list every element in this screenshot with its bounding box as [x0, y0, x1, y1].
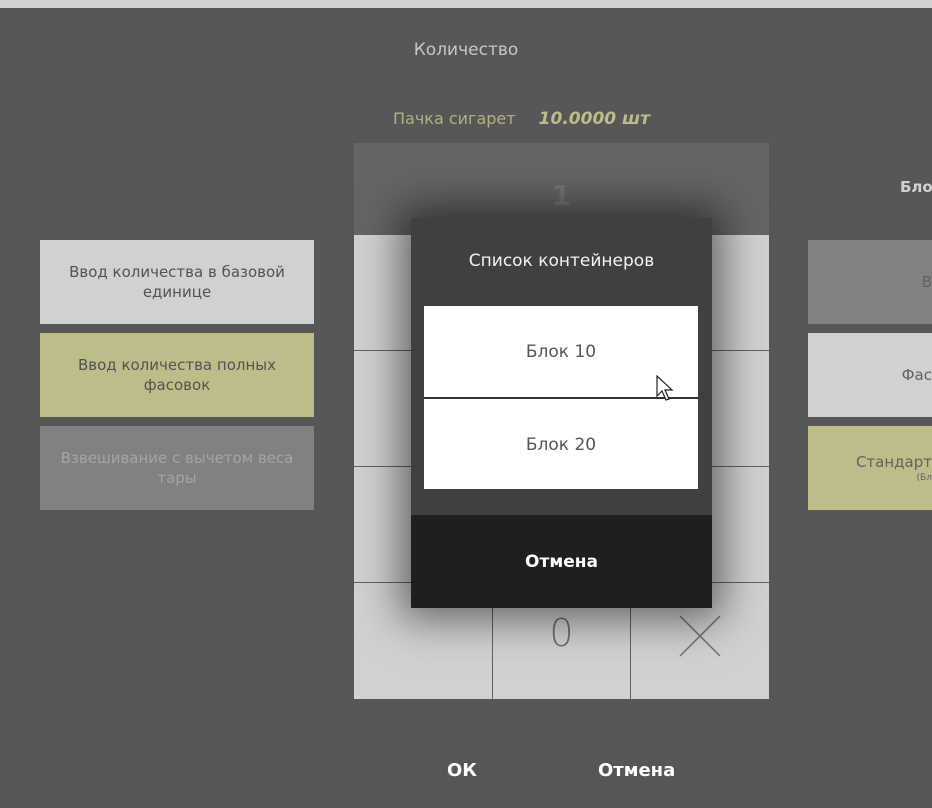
- dialog-cancel-button[interactable]: Отмена: [411, 515, 712, 608]
- container-list-dialog: Список контейнеров Блок 10 Блок 20 Отмен…: [411, 218, 712, 608]
- mouse-cursor-icon: [656, 375, 674, 401]
- footer-bar: ОК Отмена: [0, 722, 932, 808]
- container-option-block-20[interactable]: Блок 20: [424, 399, 698, 491]
- ok-button[interactable]: ОК: [447, 760, 477, 781]
- cancel-button[interactable]: Отмена: [598, 760, 675, 781]
- dialog-title: Список контейнеров: [468, 251, 655, 271]
